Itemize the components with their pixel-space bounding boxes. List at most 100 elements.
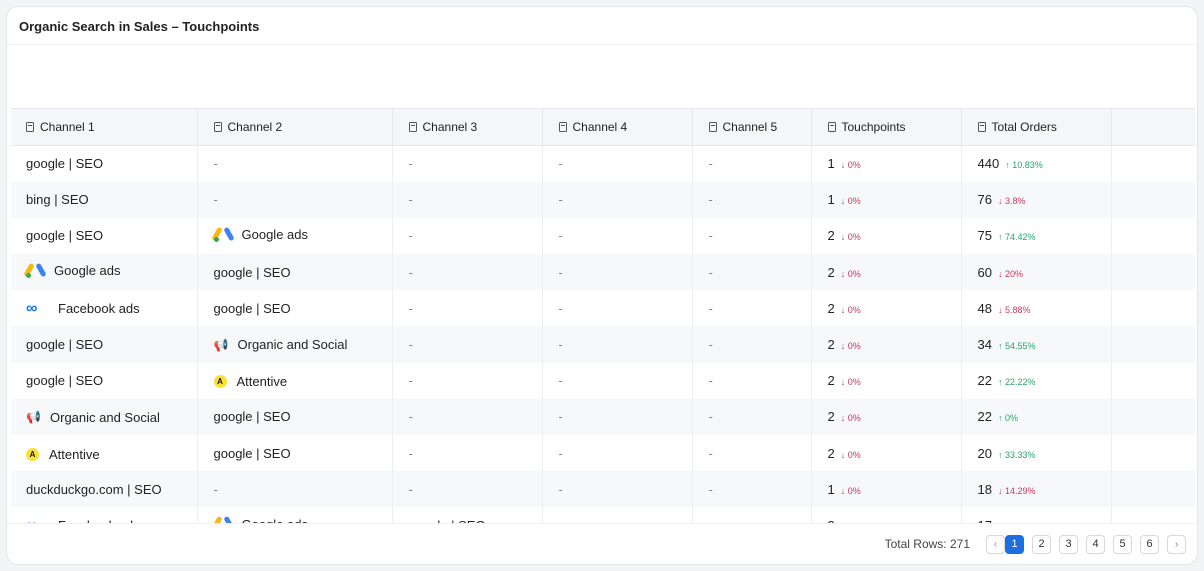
channel-label: google | SEO [213, 445, 291, 461]
channel-2-cell: - [197, 145, 393, 182]
column-header-channel-2[interactable]: Channel 2 [197, 108, 393, 146]
total-rows-label: Total Rows: 271 [884, 537, 970, 551]
arrow-down-icon: ↓ [840, 377, 848, 388]
table-row[interactable]: 📢 Organic and Social google | SEO - - -2 ↓ 0% 2… [11, 398, 1195, 435]
dimension-icon [408, 122, 417, 132]
spacer-cell [1111, 146, 1195, 182]
channel-4-cell: - [542, 145, 693, 182]
touchpoints-card: Organic Search in Sales – Touchpoints Ch… [6, 6, 1198, 565]
table-row[interactable]: duckduckgo.com | SEO - - - -1 ↓ 0% 18 ↓ 14.29% [11, 471, 1195, 508]
touchpoints-table-container[interactable]: Channel 1 Channel 2 Channel 3 Channel 4 … [11, 108, 1195, 525]
prev-page-button[interactable]: ‹ [986, 534, 1005, 554]
delta-value: 0% [847, 196, 861, 207]
channel-2-cell: google | SEO [197, 290, 393, 327]
delta-value: 22.22% [1004, 377, 1036, 388]
channel-1-cell: ∞ Facebook ads [11, 290, 198, 327]
arrow-down-icon: ↓ [997, 268, 1005, 279]
touchpoints-cell: 2 ↓ 0% [811, 254, 962, 291]
column-header-touchpoints[interactable]: Touchpoints [811, 108, 962, 146]
arrow-down-icon: ↓ [840, 341, 848, 352]
delta-badge: ↑ 22.22% [998, 377, 1036, 387]
table-row[interactable]: google | SEO Google ads - - -2 ↓ 0% 75 ↑ 74.42% [11, 217, 1195, 255]
delta-badge: ↓ 5.88% [998, 305, 1031, 315]
arrow-down-icon: ↓ [840, 485, 848, 496]
channel-5-cell: - [692, 181, 812, 218]
page-button-1[interactable]: 1 [1005, 534, 1024, 554]
arrow-down-icon: ↓ [840, 413, 848, 424]
channel-label: - [213, 156, 218, 172]
delta-badge: ↑ 10.83% [1005, 160, 1043, 170]
channel-1-cell: google | SEO [11, 145, 198, 182]
column-header-channel-3[interactable]: Channel 3 [392, 108, 543, 146]
touchpoints-cell: 1 ↓ 0% [811, 181, 962, 218]
table-row[interactable]: google | SEO - - - -1 ↓ 0% 440 ↑ 10.83% [11, 145, 1195, 182]
dimension-icon [558, 122, 567, 132]
channel-1-cell: google | SEO [11, 362, 198, 399]
channel-1-cell: A Attentive [11, 435, 198, 472]
delta-value: 5.88% [1004, 304, 1031, 315]
page-button-4[interactable]: 4 [1086, 534, 1105, 554]
channel-4-cell: - [542, 471, 693, 508]
channel-4-cell: - [542, 398, 693, 435]
table-row[interactable]: Google ads google | SEO - - -2 ↓ 0% 60 ↓ 20% [11, 254, 1195, 291]
delta-badge: ↑ 74.42% [998, 232, 1036, 242]
meta-icon: ∞ [26, 299, 38, 317]
total-orders-cell: 75 ↑ 74.42% [961, 217, 1112, 255]
touchpoints-cell: 1 ↓ 0% [811, 145, 962, 182]
arrow-up-icon: ↑ [997, 232, 1005, 243]
channel-label: google | SEO [213, 300, 291, 316]
delta-badge: ↑ 54.55% [998, 341, 1036, 351]
channel-4-cell: - [542, 217, 693, 255]
channel-label: Attentive [49, 446, 100, 462]
channel-label: Facebook ads [58, 300, 140, 316]
spacer-cell [1111, 181, 1195, 218]
channel-label: bing | SEO [26, 192, 89, 208]
touchpoints-cell: 2 ↓ 0% [811, 290, 962, 327]
channel-5-cell: - [692, 471, 812, 508]
channel-3-cell: - [392, 145, 543, 182]
spacer-cell [1111, 290, 1195, 326]
channel-2-cell: google | SEO [197, 435, 393, 472]
metric-value: 2 [827, 373, 835, 389]
page-button-3[interactable]: 3 [1059, 534, 1078, 554]
channel-3-cell: - [392, 290, 543, 327]
column-header-channel-1[interactable]: Channel 1 [11, 108, 198, 146]
touchpoints-cell: 2 ↓ 0% [811, 217, 962, 255]
arrow-down-icon: ↓ [997, 196, 1005, 207]
metric-value: 440 [977, 156, 1000, 172]
channel-label: Google ads [54, 263, 121, 279]
table-row[interactable]: bing | SEO - - - -1 ↓ 0% 76 ↓ 3.8% [11, 181, 1195, 218]
touchpoints-cell: 2 ↓ 0% [811, 326, 962, 363]
table-row[interactable]: ∞ Facebook ads google | SEO - - -2 ↓ 0% 48 ↓ 5.8… [11, 290, 1195, 327]
delta-value: 0% [1004, 413, 1018, 424]
page-button-6[interactable]: 6 [1140, 534, 1159, 554]
channel-label: Attentive [236, 374, 288, 390]
metric-value: 34 [977, 337, 992, 353]
touchpoints-cell: 2 ↓ 0% [811, 362, 962, 399]
table-row[interactable]: A Attentive google | SEO - - -2 ↓ 0% 20 ↑ 33.33% [11, 435, 1195, 472]
touchpoints-cell: 2 ↓ 0% [811, 398, 962, 435]
arrow-down-icon: ↓ [997, 304, 1005, 315]
channel-3-cell: - [392, 326, 543, 363]
channel-1-cell: bing | SEO [11, 181, 198, 218]
column-header-total-orders[interactable]: Total Orders [961, 108, 1112, 146]
column-header-channel-5[interactable]: Channel 5 [692, 108, 812, 146]
channel-label: duckduckgo.com | SEO [26, 481, 162, 497]
column-header-channel-4[interactable]: Channel 4 [542, 108, 693, 146]
attentive-icon: A [213, 375, 227, 389]
page-button-5[interactable]: 5 [1113, 534, 1132, 554]
table-row[interactable]: google | SEO A Attentive - - -2 ↓ 0% 22 ↑ 22.22% [11, 362, 1195, 399]
metric-value: 75 [977, 228, 992, 244]
next-page-button[interactable]: › [1167, 534, 1186, 554]
arrow-up-icon: ↑ [997, 377, 1005, 388]
total-orders-cell: 18 ↓ 14.29% [961, 471, 1112, 508]
channel-3-cell: - [392, 362, 543, 399]
table-row[interactable]: google | SEO 📢 Organic and Social - - -2 ↓ 0% 3… [11, 326, 1195, 363]
channel-4-cell: - [542, 362, 693, 399]
total-orders-cell: 48 ↓ 5.88% [961, 290, 1112, 327]
megaphone-icon: 📢 [213, 337, 229, 352]
page-button-2[interactable]: 2 [1032, 534, 1051, 554]
spacer-cell [1111, 435, 1195, 471]
delta-badge: ↓ 20% [998, 269, 1023, 279]
metric-value: 2 [827, 445, 835, 461]
